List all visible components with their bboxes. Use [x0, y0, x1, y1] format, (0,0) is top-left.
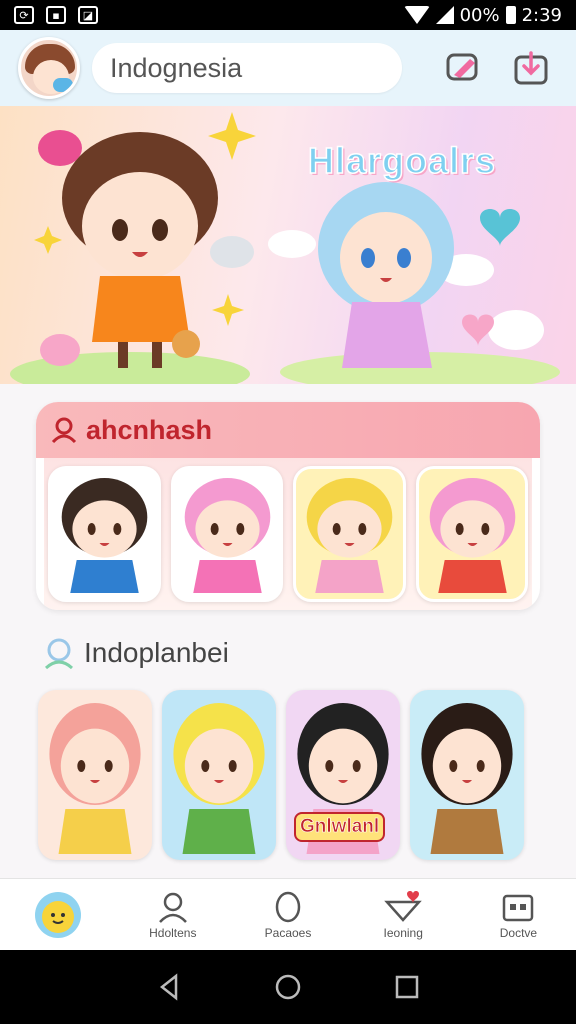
sync-icon: ⟳ [14, 6, 34, 24]
character-portrait [429, 478, 515, 593]
nav-store[interactable]: Doctve [461, 879, 576, 950]
character-portrait [49, 703, 141, 854]
app-screen: Indognesia Hlargoalrs ahcnhash Indoplanb… [0, 30, 576, 950]
image-icon: ◪ [78, 6, 98, 24]
bottom-nav: Hdoltens Pacaoes Ieoning Doctve [0, 878, 576, 950]
featured-section-header[interactable]: ahcnhash [36, 402, 540, 458]
store-icon [503, 894, 534, 921]
section-header[interactable]: Indoplanbei [42, 636, 229, 670]
person-icon [51, 417, 77, 444]
battery-icon [505, 6, 516, 24]
download-icon[interactable] [512, 49, 550, 87]
character-portrait [421, 703, 513, 854]
back-icon[interactable] [154, 972, 184, 1002]
home-icon[interactable] [273, 972, 303, 1002]
section-title: ahcnhash [86, 414, 213, 445]
gallery-card[interactable]: Gnlwlanl [286, 690, 400, 860]
featured-characters [44, 458, 532, 610]
character-portrait [61, 478, 148, 593]
photo-icon: ▪ [46, 6, 66, 24]
status-bar: ⟳ ▪ ◪ 00% 2:39 [0, 0, 576, 30]
character-card[interactable] [48, 466, 161, 602]
edit-bubble-icon[interactable] [444, 49, 482, 87]
character-portrait [173, 703, 265, 854]
search-text: Indognesia [110, 52, 243, 83]
wifi-icon [403, 6, 430, 24]
clock: 2:39 [521, 4, 562, 26]
nav-profiles[interactable]: Hdoltens [115, 879, 230, 950]
hero-banner[interactable]: Hlargoalrs [0, 106, 576, 384]
nav-label: Ieoning [383, 925, 423, 940]
character-portrait [184, 478, 270, 593]
recents-icon[interactable] [392, 972, 422, 1002]
character-card[interactable] [415, 466, 528, 602]
signal-icon [435, 6, 454, 24]
section-title: Indoplanbei [84, 637, 229, 668]
gallery-card[interactable] [38, 690, 152, 860]
nav-label: Doctve [499, 925, 538, 940]
avatar[interactable] [18, 37, 80, 99]
character-gallery: Gnlwlanl [38, 690, 524, 860]
banner-title: Hlargoalrs [307, 139, 497, 182]
search-field[interactable]: Indognesia [92, 43, 402, 93]
battery-text: 00% [459, 4, 500, 26]
nav-faces[interactable]: Pacaoes [230, 879, 345, 950]
profile-ring-icon [44, 638, 74, 670]
person-icon [158, 892, 187, 923]
gallery-card[interactable] [410, 690, 524, 860]
nav-learning[interactable]: Ieoning [346, 879, 461, 950]
nav-home[interactable] [0, 879, 115, 950]
nav-label: Hdoltens [149, 925, 197, 940]
nav-label: Pacaoes [264, 925, 312, 940]
top-header: Indognesia [0, 30, 576, 106]
character-card[interactable] [170, 466, 283, 602]
gallery-card[interactable] [162, 690, 276, 860]
featured-section: ahcnhash [36, 402, 540, 610]
character-portrait [306, 478, 393, 593]
system-nav-bar [0, 950, 576, 1024]
card-tag: Gnlwlanl [294, 812, 386, 842]
hat-heart-icon [384, 890, 422, 922]
face-outline-icon [275, 891, 301, 922]
character-card[interactable] [293, 466, 406, 602]
home-mascot-icon [34, 891, 81, 938]
